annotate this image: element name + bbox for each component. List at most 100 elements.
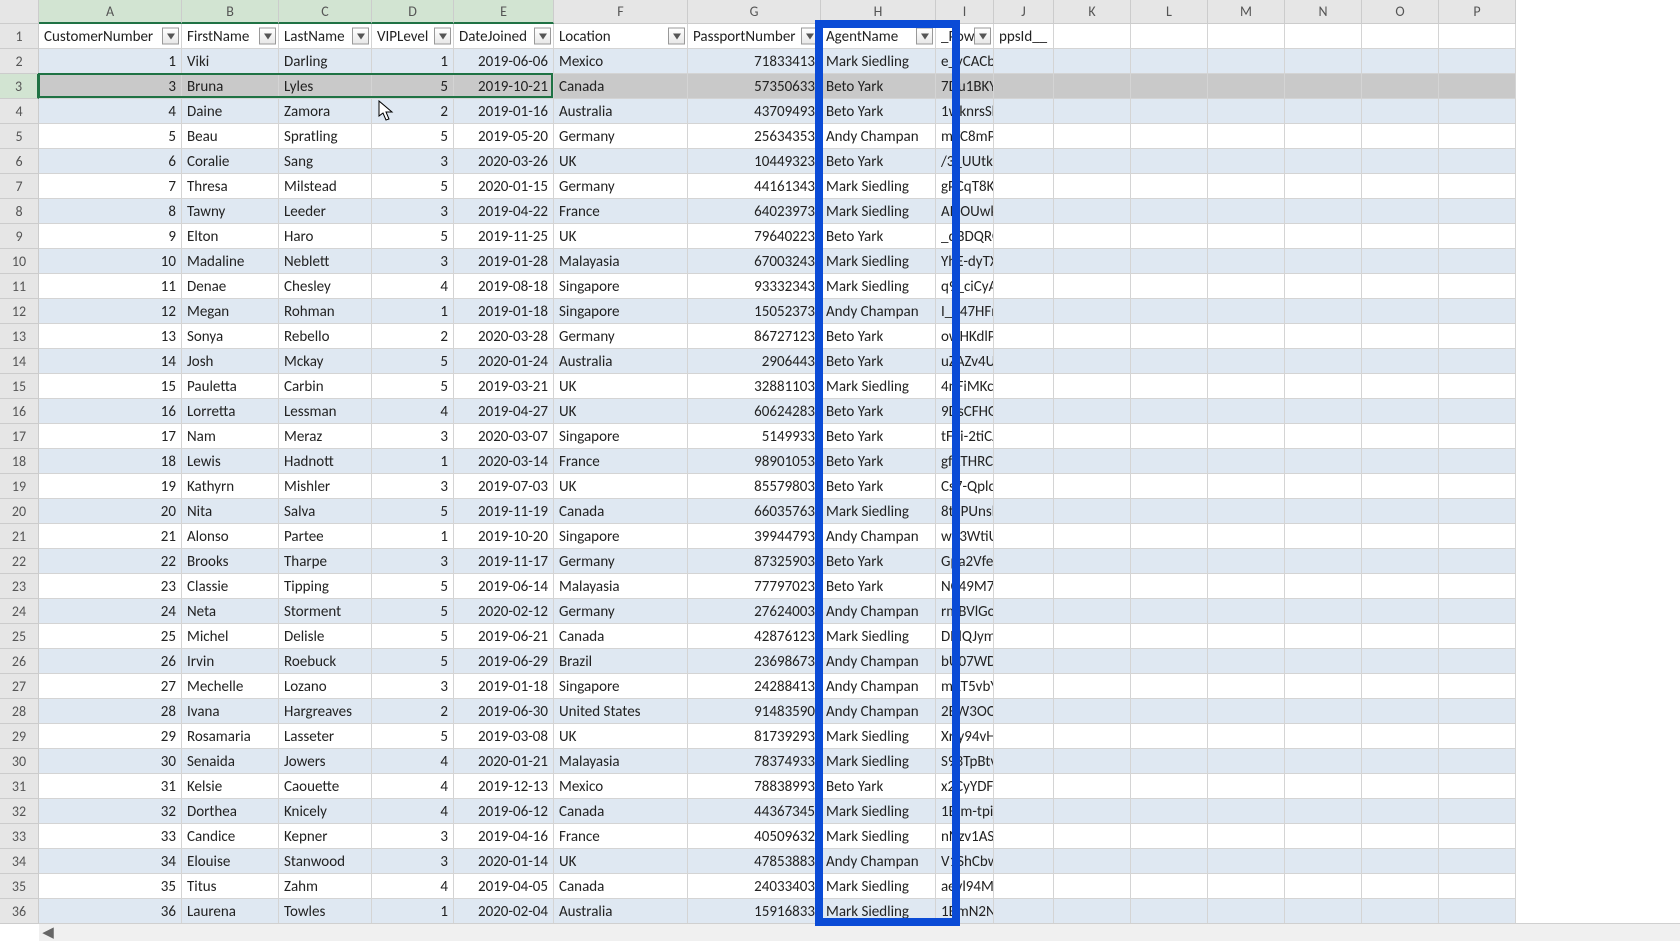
cell-K[interactable] (1054, 499, 1131, 524)
cell-L[interactable] (1131, 724, 1208, 749)
cell-J[interactable] (994, 624, 1054, 649)
cell-J[interactable] (994, 74, 1054, 99)
cell-D[interactable]: 3 (372, 249, 454, 274)
cell-H[interactable]: Beto Yark (821, 774, 936, 799)
cell-C[interactable]: Zahm (279, 874, 372, 899)
cell-N[interactable] (1285, 224, 1362, 249)
cell-N[interactable] (1285, 699, 1362, 724)
cell-C[interactable]: Neblett (279, 249, 372, 274)
cell-A[interactable]: 36 (39, 899, 182, 924)
cell-N[interactable] (1285, 749, 1362, 774)
cell-A[interactable]: 5 (39, 124, 182, 149)
cell-K[interactable] (1054, 649, 1131, 674)
cell-M[interactable] (1208, 574, 1285, 599)
cell-M[interactable] (1208, 124, 1285, 149)
cell-K[interactable] (1054, 449, 1131, 474)
cell-A[interactable]: 9 (39, 224, 182, 249)
cell-F[interactable]: Singapore (554, 674, 688, 699)
row-header-1[interactable]: 1 (0, 24, 39, 49)
cell-F[interactable]: Brazil (554, 649, 688, 674)
cell-I[interactable]: aevl94MbJM (936, 874, 994, 899)
cell-J[interactable] (994, 149, 1054, 174)
cell-B[interactable]: Denae (182, 274, 279, 299)
cell-L[interactable] (1131, 574, 1208, 599)
cell-H[interactable]: Mark Siedling (821, 824, 936, 849)
cell-N[interactable] (1285, 274, 1362, 299)
column-header-H[interactable]: H (821, 0, 936, 24)
header-cell-O[interactable] (1362, 24, 1439, 49)
filter-dropdown-button[interactable] (668, 28, 685, 45)
cell-L[interactable] (1131, 499, 1208, 524)
table-row[interactable]: 32DortheaKnicely42019-06-12Canada4436734… (39, 799, 1516, 824)
row-header-24[interactable]: 24 (0, 599, 39, 624)
cell-K[interactable] (1054, 274, 1131, 299)
cell-P[interactable] (1439, 124, 1516, 149)
cell-J[interactable] (994, 224, 1054, 249)
cell-I[interactable]: mXT5vbYiHQ (936, 674, 994, 699)
filter-dropdown-button[interactable] (916, 28, 933, 45)
row-header-3[interactable]: 3 (0, 74, 39, 99)
cell-B[interactable]: Coralie (182, 149, 279, 174)
cell-I[interactable]: nNzv1AS39vg (936, 824, 994, 849)
cell-K[interactable] (1054, 349, 1131, 374)
cell-M[interactable] (1208, 724, 1285, 749)
cell-N[interactable] (1285, 74, 1362, 99)
cell-N[interactable] (1285, 574, 1362, 599)
cell-F[interactable]: Singapore (554, 424, 688, 449)
cell-N[interactable] (1285, 199, 1362, 224)
scroll-left-icon[interactable]: ◀ (39, 924, 57, 942)
cell-M[interactable] (1208, 274, 1285, 299)
cell-K[interactable] (1054, 524, 1131, 549)
cell-E[interactable]: 2019-03-21 (454, 374, 554, 399)
cell-L[interactable] (1131, 799, 1208, 824)
cell-C[interactable]: Hargreaves (279, 699, 372, 724)
cell-M[interactable] (1208, 774, 1285, 799)
column-header-J[interactable]: J (994, 0, 1054, 24)
column-header-C[interactable]: C (279, 0, 372, 24)
cell-E[interactable]: 2020-03-26 (454, 149, 554, 174)
cell-N[interactable] (1285, 499, 1362, 524)
cell-I[interactable]: x2CyYDFm2E (936, 774, 994, 799)
cell-P[interactable] (1439, 549, 1516, 574)
cell-N[interactable] (1285, 624, 1362, 649)
cell-G[interactable]: 25634353 (688, 124, 821, 149)
cell-H[interactable]: Beto Yark (821, 449, 936, 474)
cell-G[interactable]: 66035763 (688, 499, 821, 524)
cell-H[interactable]: Andy Champan (821, 524, 936, 549)
cell-N[interactable] (1285, 49, 1362, 74)
cell-B[interactable]: Kelsie (182, 774, 279, 799)
table-row[interactable]: 18LewisHadnott12020-03-14France98901053B… (39, 449, 1516, 474)
cell-D[interactable]: 1 (372, 49, 454, 74)
cell-M[interactable] (1208, 74, 1285, 99)
cell-P[interactable] (1439, 674, 1516, 699)
cell-O[interactable] (1362, 749, 1439, 774)
cell-D[interactable]: 4 (372, 799, 454, 824)
cell-J[interactable] (994, 274, 1054, 299)
cell-L[interactable] (1131, 349, 1208, 374)
cell-P[interactable] (1439, 224, 1516, 249)
cell-M[interactable] (1208, 49, 1285, 74)
cell-M[interactable] (1208, 249, 1285, 274)
cell-J[interactable] (994, 774, 1054, 799)
cell-J[interactable] (994, 299, 1054, 324)
header-cell-D[interactable]: VIPLevel (372, 24, 454, 49)
cell-E[interactable]: 2019-04-16 (454, 824, 554, 849)
cell-C[interactable]: Salva (279, 499, 372, 524)
cell-I[interactable]: Cs7-QplcCg (936, 474, 994, 499)
cell-M[interactable] (1208, 324, 1285, 349)
cell-L[interactable] (1131, 874, 1208, 899)
filter-dropdown-button[interactable] (434, 28, 451, 45)
cell-B[interactable]: Pauletta (182, 374, 279, 399)
cell-F[interactable]: UK (554, 474, 688, 499)
cell-J[interactable] (994, 374, 1054, 399)
cell-A[interactable]: 4 (39, 99, 182, 124)
cell-O[interactable] (1362, 599, 1439, 624)
cell-B[interactable]: Michel (182, 624, 279, 649)
cell-G[interactable]: 81739293 (688, 724, 821, 749)
cell-B[interactable]: Bruna (182, 74, 279, 99)
header-cell-J[interactable]: ppsId__ (994, 24, 1054, 49)
cell-D[interactable]: 5 (372, 574, 454, 599)
cell-I[interactable]: S93TpBtvpo (936, 749, 994, 774)
cell-G[interactable]: 77797023 (688, 574, 821, 599)
cell-L[interactable] (1131, 249, 1208, 274)
